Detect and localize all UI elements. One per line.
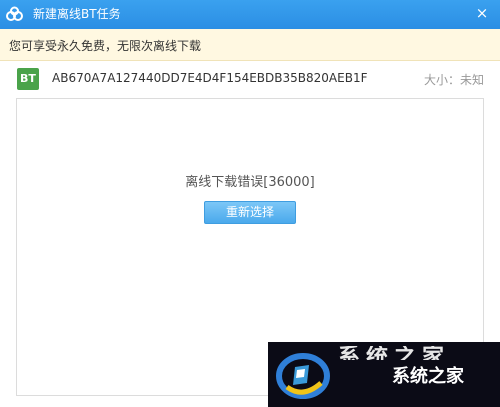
title-bar: 新建离线BT任务 × bbox=[0, 0, 500, 29]
close-icon[interactable]: × bbox=[474, 5, 490, 21]
watermark-top-text: 系统之家 bbox=[338, 346, 451, 360]
size-value: 未知 bbox=[459, 73, 484, 87]
size-label: 大小： bbox=[423, 73, 460, 87]
error-message: 离线下载错误[36000] bbox=[185, 175, 315, 190]
file-hash: AB670A7A127440DD7E4D4F154EBDB35B820AEB1F bbox=[52, 71, 368, 85]
watermark: 系统之家 系统之家 bbox=[268, 342, 500, 407]
reselect-button[interactable]: 重新选择 bbox=[204, 201, 296, 224]
cloud-app-icon bbox=[6, 6, 23, 21]
notice-text: 您可享受永久免费，无限次离线下载 bbox=[9, 39, 202, 53]
notice-bar: 您可享受永久免费，无限次离线下载 bbox=[0, 29, 500, 61]
watermark-text: 系统之家 bbox=[392, 366, 464, 387]
bt-file-icon: BT bbox=[17, 68, 39, 90]
file-size: 大小：未知 bbox=[424, 71, 484, 88]
watermark-logo-icon bbox=[276, 353, 330, 399]
file-row: BT AB670A7A127440DD7E4D4F154EBDB35B820AE… bbox=[0, 61, 500, 97]
window-title: 新建离线BT任务 bbox=[33, 7, 121, 21]
